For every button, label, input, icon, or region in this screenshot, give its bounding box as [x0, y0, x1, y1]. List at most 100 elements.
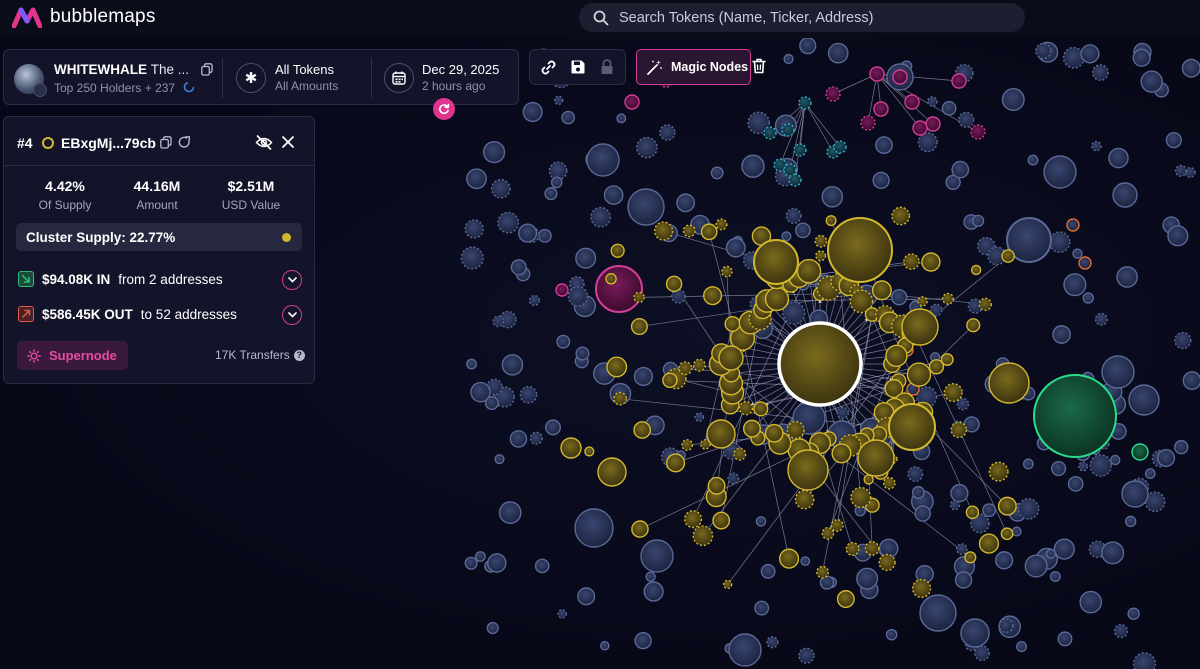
wallet-bubble[interactable]	[891, 206, 911, 226]
save-icon[interactable]	[570, 59, 586, 75]
wallet-bubble[interactable]	[827, 217, 893, 283]
wallet-bubble[interactable]	[833, 140, 847, 154]
wallet-bubble[interactable]	[785, 207, 802, 224]
wallet-bubble[interactable]	[633, 421, 652, 439]
wallet-bubble[interactable]	[925, 116, 941, 132]
wallet-bubble[interactable]	[814, 234, 828, 248]
wallet-bubble[interactable]	[1181, 58, 1200, 78]
wallet-bubble[interactable]	[1127, 607, 1140, 620]
expand-inflow-button[interactable]	[282, 270, 302, 290]
wallet-bubble[interactable]	[917, 296, 928, 307]
wallet-bubble[interactable]	[728, 633, 762, 667]
wallet-bubble[interactable]	[1094, 312, 1108, 326]
wallet-bubble[interactable]	[556, 334, 571, 349]
wallet-bubble[interactable]	[464, 556, 478, 570]
wallet-bubble[interactable]	[630, 318, 648, 336]
wallet-bubble[interactable]	[1048, 231, 1071, 253]
wallet-bubble[interactable]	[864, 541, 880, 556]
wallet-bubble[interactable]	[733, 447, 747, 461]
wallet-bubble[interactable]	[786, 420, 805, 440]
wallet-bubble[interactable]	[941, 292, 955, 305]
wallet-bubble[interactable]	[510, 259, 527, 276]
wallet-bubble[interactable]	[1049, 570, 1061, 583]
wallet-bubble[interactable]	[821, 527, 835, 540]
lock-icon[interactable]	[600, 59, 614, 75]
wallet-bubble[interactable]	[917, 132, 938, 153]
wallet-bubble[interactable]	[590, 206, 612, 228]
wallet-bubble[interactable]	[575, 346, 590, 361]
wallet-bubble[interactable]	[1174, 331, 1192, 350]
snapshot-date[interactable]: Dec 29, 2025	[422, 62, 499, 77]
wallet-bubble[interactable]	[534, 558, 550, 574]
wallet-bubble[interactable]	[1132, 48, 1151, 67]
wallet-bubble[interactable]	[982, 503, 997, 518]
wallet-bubble[interactable]	[882, 476, 896, 490]
wallet-bubble[interactable]	[681, 439, 694, 451]
wallet-bubble[interactable]	[1132, 652, 1157, 669]
wallet-bubble[interactable]	[978, 533, 1000, 554]
external-link-icon[interactable]	[178, 136, 191, 149]
wallet-bubble[interactable]	[966, 318, 981, 333]
wallet-bubble[interactable]	[815, 250, 827, 262]
wallet-bubble[interactable]	[497, 211, 520, 234]
wallet-bubble[interactable]	[1091, 140, 1102, 152]
wallet-bubble[interactable]	[610, 243, 625, 258]
wallet-bubble[interactable]	[901, 308, 939, 346]
wallet-bubble[interactable]	[787, 449, 829, 491]
wallet-bubble[interactable]	[624, 94, 640, 110]
wallet-bubble[interactable]	[821, 185, 844, 208]
wallet-bubble[interactable]	[955, 543, 968, 555]
wallet-bubble[interactable]	[725, 237, 746, 258]
wallet-bubble[interactable]	[1101, 355, 1135, 389]
wallet-bubble[interactable]	[706, 419, 736, 449]
wallet-bubble[interactable]	[724, 315, 741, 332]
wallet-bubble[interactable]	[764, 423, 784, 443]
wallet-bubble[interactable]	[466, 168, 487, 190]
token-title[interactable]: WHITEWHALE The ...	[54, 62, 189, 77]
wallet-bubble[interactable]	[951, 160, 970, 179]
wallet-bubble[interactable]	[766, 636, 779, 649]
wallet-bubble[interactable]	[972, 214, 985, 227]
wallet-bubble[interactable]	[764, 286, 790, 312]
wallet-bubble[interactable]	[755, 516, 767, 527]
magic-nodes-button[interactable]: Magic Nodes	[636, 49, 751, 85]
wallet-bubble[interactable]	[963, 416, 980, 433]
wallet-bubble[interactable]	[703, 286, 723, 306]
wallet-bubble[interactable]	[1033, 374, 1117, 458]
wallet-bubble[interactable]	[561, 110, 576, 125]
wallet-bubble[interactable]	[1131, 443, 1149, 461]
calendar-button[interactable]	[384, 63, 414, 93]
wallet-bubble[interactable]	[678, 361, 693, 376]
wallet-bubble[interactable]	[998, 618, 1014, 634]
wallet-bubble[interactable]	[722, 579, 733, 590]
wallet-bubble[interactable]	[1124, 515, 1137, 528]
wallet-bubble[interactable]	[763, 126, 777, 140]
wallet-bubble[interactable]	[793, 143, 807, 157]
wallet-bubble[interactable]	[1165, 132, 1182, 149]
wallet-bubble[interactable]	[1043, 155, 1077, 189]
wallet-bubble[interactable]	[783, 163, 797, 177]
wallet-bubble[interactable]	[904, 94, 920, 110]
wallet-bubble[interactable]	[522, 101, 543, 123]
wallet-bubble[interactable]	[460, 246, 484, 270]
wallet-bubble[interactable]	[484, 395, 499, 411]
wallet-bubble[interactable]	[498, 501, 522, 524]
wallet-bubble[interactable]	[1063, 273, 1087, 297]
wallet-bubble[interactable]	[954, 571, 973, 589]
wallet-bubble[interactable]	[1078, 256, 1092, 270]
wallet-bubble[interactable]	[636, 136, 658, 159]
wallet-bubble[interactable]	[474, 551, 486, 563]
wallet-bubble[interactable]	[1078, 461, 1089, 472]
wallet-bubble[interactable]	[943, 383, 963, 403]
wallet-bubble[interactable]	[1089, 454, 1113, 477]
wallet-bubble[interactable]	[863, 474, 874, 485]
wallet-bubble[interactable]	[1113, 623, 1129, 639]
wallet-bubble[interactable]	[1128, 384, 1160, 416]
link-icon[interactable]	[540, 59, 557, 76]
wallet-bubble[interactable]	[603, 185, 624, 205]
outflow-row[interactable]: $586.45K OUT to 52 addresses	[18, 306, 237, 322]
wallet-bubble[interactable]	[482, 140, 506, 164]
wallet-bubble[interactable]	[557, 609, 568, 619]
wallet-bubble[interactable]	[710, 166, 724, 180]
wallet-bubble[interactable]	[518, 223, 538, 243]
